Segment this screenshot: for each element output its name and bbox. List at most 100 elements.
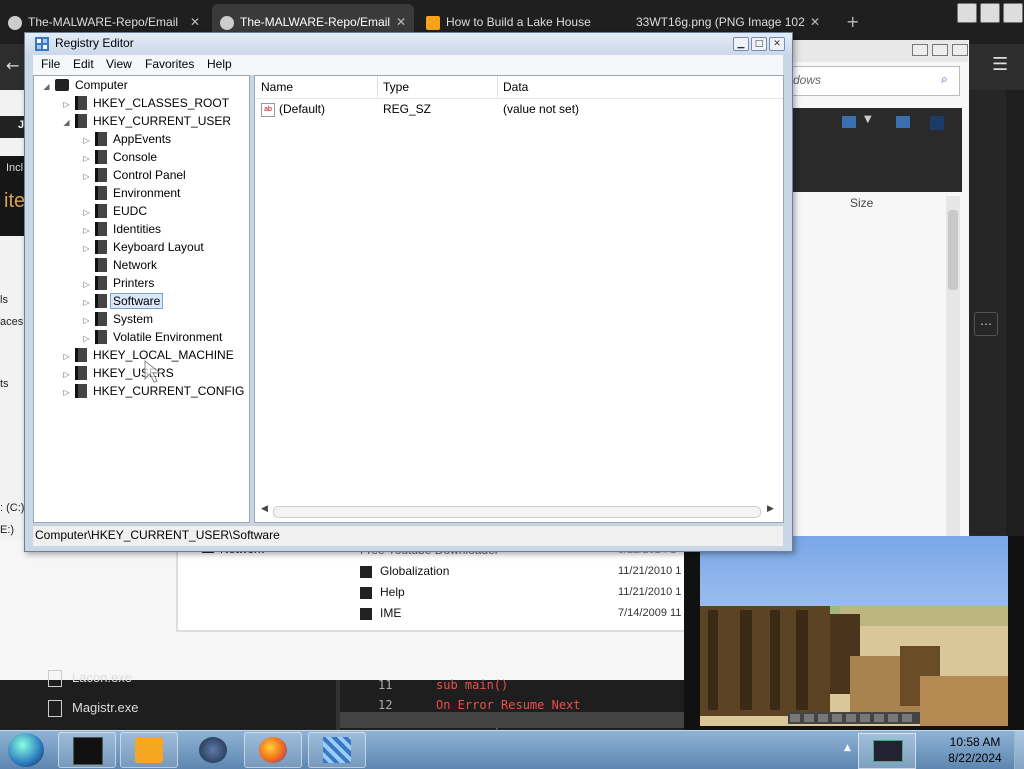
folder-icon <box>95 312 107 326</box>
horizontal-scrollbar[interactable]: ◀ ▶ <box>261 504 775 518</box>
explorer-toolbar: ▼ <box>790 108 962 192</box>
show-desktop-button[interactable] <box>1014 731 1024 769</box>
tray-network[interactable] <box>858 733 916 769</box>
taskbar-app-firefox[interactable] <box>244 732 302 768</box>
taskbar-app-registry-editor[interactable] <box>308 732 366 768</box>
tree-node-software[interactable]: ▷ Software <box>82 292 164 310</box>
scroll-left-icon[interactable]: ◀ <box>261 504 268 514</box>
scroll-right-icon[interactable]: ▶ <box>767 504 774 514</box>
column-header-name[interactable]: Name <box>255 76 378 98</box>
tree-node-printers[interactable]: ▷ Printers <box>82 274 154 292</box>
folder-icon <box>360 565 372 578</box>
taskbar-app-terminal[interactable] <box>58 732 116 768</box>
tree-node-computer[interactable]: ◢ Computer <box>42 76 127 96</box>
expanded-icon[interactable]: ◢ <box>42 78 51 96</box>
tray-expand-icon[interactable]: ▲ <box>844 743 851 753</box>
tree-node-keyboard-layout[interactable]: ▷ Keyboard Layout <box>82 238 204 256</box>
computer-icon <box>55 79 69 91</box>
menu-help[interactable]: Help <box>207 57 232 71</box>
search-icon[interactable]: ⌕ <box>941 72 948 87</box>
tree-node-appevents[interactable]: ▷ AppEvents <box>82 130 171 148</box>
more-icon[interactable]: ⋯ <box>974 312 998 336</box>
minimize-button[interactable]: ▁ <box>733 37 749 51</box>
code-line[interactable]: 12 On Error Resume Next <box>378 698 581 712</box>
folder-icon <box>75 384 87 398</box>
tree-node-hkey-current-user[interactable]: ◢ HKEY_CURRENT_USER <box>62 112 231 130</box>
tree-node-control-panel[interactable]: ▷ Control Panel <box>82 166 186 184</box>
column-header-type[interactable]: Type <box>377 76 498 98</box>
close-button[interactable]: ✕ <box>769 37 785 51</box>
tree-node-system[interactable]: ▷ System <box>82 310 153 328</box>
minecraft-game-view[interactable] <box>700 536 1008 726</box>
expanded-icon[interactable]: ◢ <box>62 114 71 132</box>
close-icon[interactable]: ✕ <box>810 4 820 40</box>
menu-icon[interactable]: ☰ <box>992 54 1008 75</box>
tree-node-hkey-classes-root[interactable]: ▷ HKEY_CLASSES_ROOT <box>62 94 229 112</box>
folder-icon <box>95 240 107 254</box>
menu-file[interactable]: File <box>41 57 60 71</box>
view-icon[interactable] <box>842 116 856 128</box>
list-item[interactable]: IME <box>360 606 401 620</box>
code-line[interactable]: 11 sub main() <box>378 678 508 692</box>
window-title: Registry Editor <box>55 36 134 50</box>
menu-edit[interactable]: Edit <box>73 57 94 71</box>
tree-node-hkey-current-config[interactable]: ▷ HKEY_CURRENT_CONFIG <box>62 382 244 400</box>
registry-editor-window: Registry Editor ▁ □ ✕ File Edit View Fav… <box>24 32 793 552</box>
column-header-data[interactable]: Data <box>497 76 783 98</box>
back-icon[interactable]: ← <box>6 56 19 75</box>
title-bar[interactable]: Registry Editor ▁ □ ✕ <box>25 33 792 55</box>
pane-icon[interactable] <box>896 116 910 128</box>
clock-date: 8/22/2024 <box>948 751 1002 765</box>
terminal-icon <box>73 737 103 765</box>
column-header-size[interactable]: Size <box>850 196 940 216</box>
tree-node-environment[interactable]: Environment <box>82 184 180 202</box>
folder-icon <box>95 294 107 308</box>
mouse-cursor-icon <box>144 360 162 383</box>
folder-icon <box>75 114 87 128</box>
file-item[interactable]: Magistr.exe <box>48 700 138 718</box>
tree-node-network[interactable]: Network <box>82 256 157 274</box>
registry-tree: ◢ Computer ▷ HKEY_CLASSES_ROOT ◢ HKEY_CURRE… <box>33 75 250 523</box>
string-value-icon: ab <box>261 102 275 117</box>
taskbar-app-game[interactable] <box>184 732 242 768</box>
start-button[interactable] <box>8 733 44 767</box>
taskbar: ▲ 10:58 AM 8/22/2024 <box>0 730 1024 769</box>
tree-node-eudc[interactable]: ▷ EUDC <box>82 202 147 220</box>
explorer-scrollbar[interactable] <box>946 196 960 536</box>
network-icon <box>873 740 903 762</box>
folder-icon <box>95 204 107 218</box>
help-icon[interactable] <box>930 116 944 130</box>
menu-view[interactable]: View <box>106 57 132 71</box>
chevron-down-icon[interactable]: ▼ <box>864 114 872 125</box>
taskbar-app-media-player[interactable] <box>120 732 178 768</box>
menu-favorites[interactable]: Favorites <box>145 57 194 71</box>
maximize-icon[interactable] <box>980 3 1000 23</box>
game-icon <box>199 737 227 763</box>
tree-node-identities[interactable]: ▷ Identities <box>82 220 161 238</box>
menu-bar: File Edit View Favorites Help <box>33 55 783 75</box>
github-icon <box>220 15 234 30</box>
page-scrollbar[interactable] <box>1006 90 1024 536</box>
tree-node-console[interactable]: ▷ Console <box>82 148 157 166</box>
minimize-icon[interactable] <box>957 3 977 23</box>
github-icon <box>8 15 22 30</box>
collapsed-icon[interactable]: ▷ <box>62 384 71 402</box>
registry-icon <box>35 37 49 51</box>
maximize-button[interactable]: □ <box>751 37 767 51</box>
folder-icon <box>95 132 107 146</box>
folder-icon <box>360 607 372 620</box>
close-icon[interactable] <box>1003 3 1023 23</box>
file-item[interactable]: Lacon.exe <box>48 670 132 688</box>
folder-icon <box>75 348 87 362</box>
file-icon <box>48 670 62 688</box>
new-tab-icon[interactable]: + <box>846 12 859 31</box>
list-item[interactable]: Help <box>360 585 405 599</box>
list-item[interactable]: Globalization <box>360 564 449 578</box>
system-clock[interactable]: 10:58 AM 8/22/2024 <box>940 734 1010 766</box>
explorer-search-input[interactable]: dows ⌕ <box>790 66 960 96</box>
code-scrollbar[interactable] <box>340 712 684 728</box>
tree-node-volatile-environment[interactable]: ▷ Volatile Environment <box>82 328 222 346</box>
status-path: Computer\HKEY_CURRENT_USER\Software <box>35 528 280 542</box>
explorer-window-controls <box>912 44 968 59</box>
value-row-name[interactable]: ab (Default) <box>261 102 325 117</box>
